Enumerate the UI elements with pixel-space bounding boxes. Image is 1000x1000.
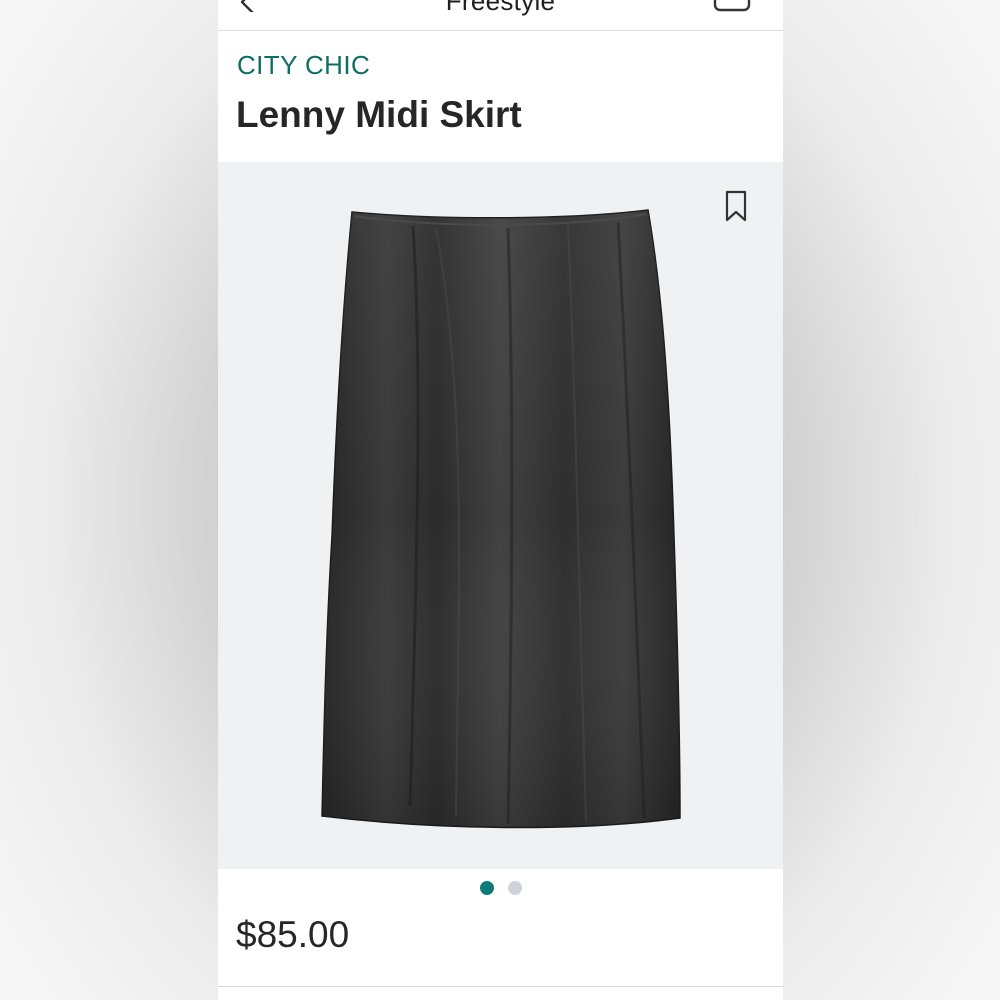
product-title: Lenny Midi Skirt: [236, 94, 522, 135]
product-image-carousel[interactable]: [218, 162, 783, 869]
nav-bar: Freestyle: [218, 0, 783, 31]
pager-dot[interactable]: [507, 881, 522, 895]
brand-name[interactable]: CITY CHIC: [237, 50, 370, 81]
carousel-pager: [218, 881, 783, 901]
bookmark-icon[interactable]: [722, 189, 750, 223]
shopping-bag-icon[interactable]: [713, 0, 751, 14]
pager-dot-active[interactable]: [479, 881, 494, 895]
product-image: [321, 209, 681, 829]
app-screen: Freestyle CITY CHIC Lenny Midi Skirt $85…: [218, 0, 783, 1000]
product-price: $85.00: [236, 914, 350, 955]
divider: [218, 986, 783, 987]
nav-title: Freestyle: [445, 0, 556, 16]
